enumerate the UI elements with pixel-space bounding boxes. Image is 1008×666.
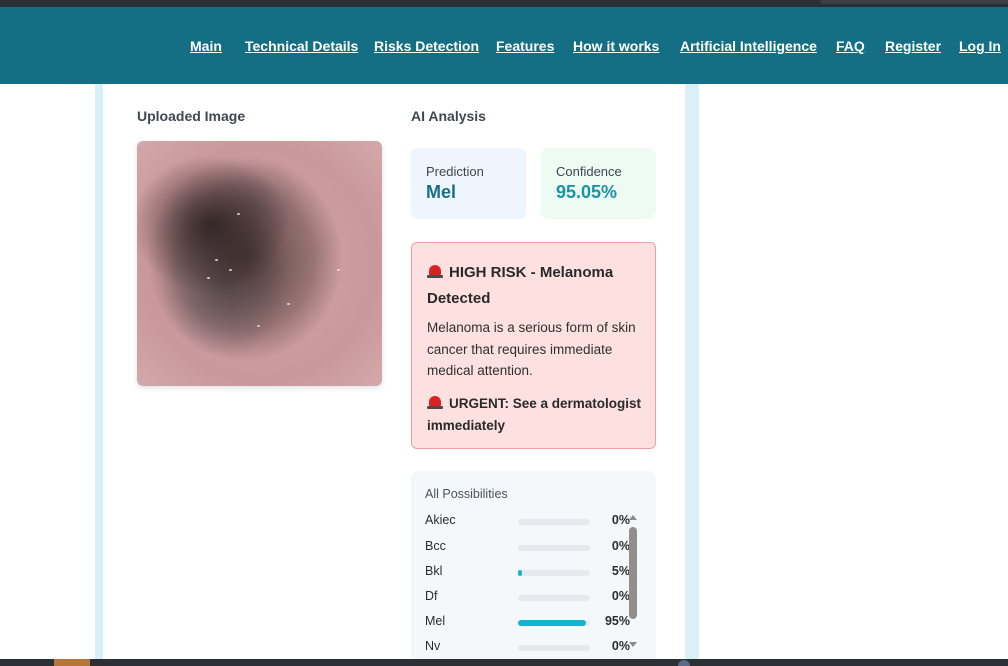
possibility-row: Mel 95% [425, 614, 630, 632]
uploaded-lesion-image [137, 141, 382, 386]
possibility-row: Nv 0% [425, 639, 630, 657]
possibility-name: Mel [425, 614, 446, 628]
prediction-value: Mel [426, 182, 457, 202]
siren-icon [427, 395, 443, 409]
nav-link-faq[interactable]: FAQ [836, 38, 865, 54]
possibility-row: Bcc 0% [425, 539, 630, 557]
nav-link-artificial-intelligence[interactable]: Artificial Intelligence [680, 38, 817, 54]
possibility-bar-track [518, 645, 590, 651]
siren-icon [427, 264, 443, 278]
taskbar-app-tile[interactable] [54, 659, 90, 666]
possibility-row: Bkl 5% [425, 564, 630, 582]
os-taskbar [0, 659, 1008, 666]
top-navbar: Main Technical Details Risks Detection F… [0, 7, 1008, 84]
possibility-name: Bkl [425, 564, 443, 578]
possibility-bar-track [518, 519, 590, 525]
possibility-name: Bcc [425, 539, 446, 553]
alert-urgent-row: URGENT: See a dermatologist immediately [427, 393, 642, 436]
browser-top-strip [0, 0, 1008, 7]
scroll-down-arrow-icon[interactable] [629, 642, 637, 647]
confidence-value: 95.05% [556, 182, 618, 202]
nav-link-register[interactable]: Register [885, 38, 941, 54]
alert-urgent: URGENT: See a dermatologist immediately [427, 396, 642, 433]
ai-analysis-title: AI Analysis [411, 108, 486, 124]
taskbar-app-icon[interactable] [678, 660, 690, 666]
prediction-label: Prediction [426, 164, 484, 179]
possibility-bar-fill [518, 570, 522, 576]
browser-top-pill [820, 0, 1008, 4]
image-speck [257, 325, 260, 327]
possibility-bar-track [518, 595, 590, 601]
possibilities-title: All Possibilities [425, 487, 508, 501]
image-speck [229, 269, 232, 271]
nav-link-log-in[interactable]: Log In [959, 38, 1001, 54]
alert-title: HIGH RISK - Melanoma Detected [427, 264, 614, 307]
possibility-row: Akiec 0% [425, 513, 630, 531]
possibility-bar-track [518, 570, 590, 576]
possibility-percent: 0% [611, 639, 630, 653]
alert-body: Melanoma is a serious form of skin cance… [427, 320, 636, 378]
possibility-name: Nv [425, 639, 441, 653]
image-speck [215, 259, 218, 261]
possibility-percent: 0% [611, 513, 630, 527]
possibility-bar-track [518, 545, 590, 551]
alert-title-row: HIGH RISK - Melanoma Detected [427, 260, 642, 312]
confidence-card: Confidence 95.05% [541, 148, 656, 219]
possibilities-panel[interactable]: All Possibilities Akiec 0% Bcc 0% Bkl 5% Df 0% M… [411, 471, 656, 666]
high-risk-alert: HIGH RISK - Melanoma Detected Melanoma i… [411, 242, 656, 449]
scroll-up-arrow-icon[interactable] [629, 515, 637, 520]
image-speck [237, 213, 240, 215]
possibility-percent: 0% [611, 589, 630, 603]
nav-link-how-it-works[interactable]: How it works [573, 38, 659, 54]
possibility-percent: 95% [604, 614, 630, 628]
possibility-row: Df 0% [425, 589, 630, 607]
image-speck [207, 277, 210, 279]
possibility-name: Akiec [425, 513, 456, 527]
nav-link-main[interactable]: Main [190, 38, 222, 54]
possibility-bar-track [518, 620, 590, 626]
nav-link-technical-details[interactable]: Technical Details [245, 38, 358, 54]
image-speck [337, 269, 340, 271]
possibility-name: Df [425, 589, 438, 603]
possibility-bar-fill [518, 620, 587, 626]
confidence-label: Confidence [556, 164, 622, 179]
possibilities-scrollbar-thumb[interactable] [629, 527, 637, 619]
nav-link-risks-detection[interactable]: Risks Detection [374, 38, 479, 54]
possibility-percent: 5% [611, 564, 630, 578]
nav-link-features[interactable]: Features [496, 38, 554, 54]
possibility-percent: 0% [611, 539, 630, 553]
image-speck [287, 303, 290, 305]
prediction-card: Prediction Mel [411, 148, 526, 219]
uploaded-image-title: Uploaded Image [137, 108, 246, 124]
